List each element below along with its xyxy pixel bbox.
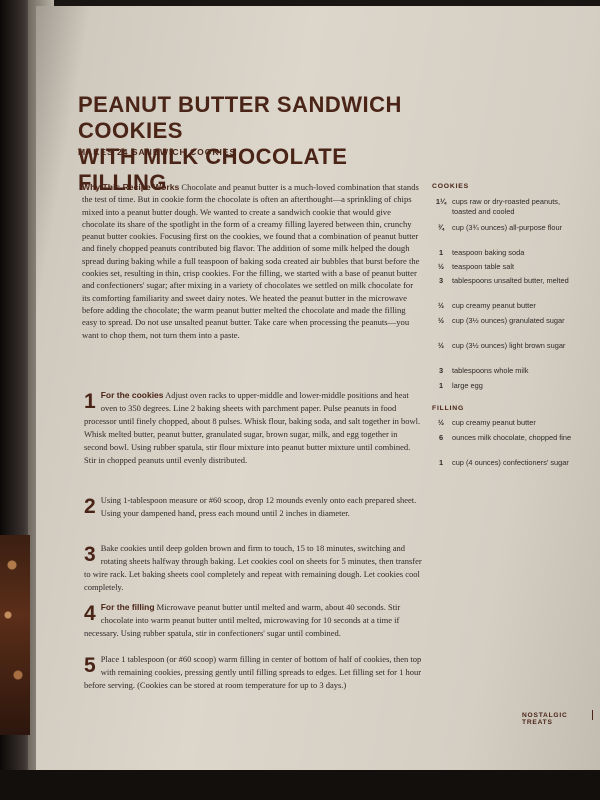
title-line-1: PEANUT BUTTER SANDWICH COOKIES bbox=[78, 92, 402, 143]
ingredient-item: 1 cup (4 ounces) confectioners' sugar bbox=[430, 458, 580, 468]
ingredient-qty: ½ bbox=[437, 301, 445, 310]
ingredient-text: tablespoons unsalted butter, melted bbox=[452, 276, 569, 285]
ingredient-text: ounces milk chocolate, chopped fine bbox=[452, 433, 572, 442]
ingredient-qty: ¾ bbox=[437, 223, 445, 232]
cookies-ingredients-heading: COOKIES bbox=[432, 183, 469, 190]
ingredient-qty: ½ bbox=[437, 341, 445, 350]
section-footer: NOSTALGIC TREATS bbox=[522, 712, 568, 726]
step-text: Place 1 tablespoon (or #60 scoop) warm f… bbox=[84, 654, 422, 691]
ingredient-text: cup creamy peanut butter bbox=[452, 418, 536, 427]
footer-divider bbox=[592, 710, 593, 720]
ingredient-item: ½ teaspoon table salt bbox=[430, 262, 580, 272]
ingredient-qty: 1 bbox=[438, 381, 444, 390]
step-number: 5 bbox=[84, 654, 96, 677]
ingredient-text: teaspoon baking soda bbox=[452, 248, 525, 257]
filling-ingredients-heading: FILLING bbox=[432, 405, 465, 412]
ingredient-item: ½ cup (3½ ounces) granulated sugar bbox=[430, 316, 580, 326]
step-1: 1 For the cookies Adjust oven racks to up… bbox=[84, 389, 422, 468]
intro-lead: Why This Recipe Works bbox=[82, 182, 180, 192]
ingredient-qty: ½ bbox=[437, 316, 445, 325]
ingredient-text: teaspoon table salt bbox=[452, 262, 515, 271]
ingredient-qty: 3 bbox=[438, 366, 444, 375]
ingredient-text: cup (3½ ounces) granulated sugar bbox=[452, 316, 565, 325]
ingredient-item: 1 teaspoon baking soda bbox=[430, 248, 580, 258]
step-text: Adjust oven racks to upper-middle and lo… bbox=[84, 390, 421, 466]
ingredient-item: 3 tablespoons whole milk bbox=[430, 366, 580, 376]
ingredient-qty: 1¼ bbox=[435, 197, 447, 206]
ingredient-text: cup (3¾ ounces) all-purpose flour bbox=[452, 223, 563, 232]
photo-scene: PEANUT BUTTER SANDWICH COOKIES WITH MILK… bbox=[0, 0, 600, 800]
step-5: 5 Place 1 tablespoon (or #60 scoop) warm … bbox=[84, 653, 422, 692]
step-lead: For the filling bbox=[100, 602, 155, 612]
ingredient-text: tablespoons whole milk bbox=[452, 366, 529, 375]
ingredient-text: cup (4 ounces) confectioners' sugar bbox=[452, 458, 569, 467]
step-4: 4 For the filling Microwave peanut butter… bbox=[84, 601, 422, 640]
ingredient-text: cups raw or dry-roasted peanuts, toasted… bbox=[452, 197, 561, 216]
ingredient-item: 6 ounces milk chocolate, chopped fine bbox=[430, 433, 580, 443]
ingredient-item: 1¼ cups raw or dry-roasted peanuts, toast… bbox=[430, 197, 580, 217]
step-text: Bake cookies until deep golden brown and… bbox=[84, 543, 422, 593]
step-number: 3 bbox=[84, 543, 96, 566]
intro-text: Chocolate and peanut butter is a much-lo… bbox=[82, 182, 420, 340]
ingredient-qty: 3 bbox=[438, 276, 444, 285]
step-2: 2 Using 1-tablespoon measure or #60 scoop… bbox=[84, 494, 422, 520]
ingredient-item: ¾ cup (3¾ ounces) all-purpose flour bbox=[430, 223, 580, 233]
ingredient-text: large egg bbox=[452, 381, 483, 390]
ingredient-item: ½ cup creamy peanut butter bbox=[430, 301, 580, 311]
ingredient-item: ½ cup (3½ ounces) light brown sugar bbox=[430, 341, 580, 351]
step-lead: For the cookies bbox=[100, 390, 164, 400]
ingredient-text: cup creamy peanut butter bbox=[452, 301, 536, 310]
ingredient-text: cup (3½ ounces) light brown sugar bbox=[452, 341, 566, 350]
step-3: 3 Bake cookies until deep golden brown an… bbox=[84, 542, 422, 594]
step-number: 2 bbox=[84, 495, 96, 518]
ingredient-qty: ½ bbox=[437, 262, 445, 271]
why-this-recipe-works: Why This Recipe Works Chocolate and pean… bbox=[82, 181, 420, 341]
ingredient-qty: 1 bbox=[438, 458, 444, 467]
bottom-shadow bbox=[0, 770, 600, 800]
ingredient-item: ½ cup creamy peanut butter bbox=[430, 418, 580, 428]
ingredient-item: 1 large egg bbox=[430, 381, 580, 391]
facing-page-food-photo bbox=[0, 535, 30, 735]
ingredient-item: 3 tablespoons unsalted butter, melted bbox=[430, 276, 580, 286]
ingredient-qty: 1 bbox=[438, 248, 444, 257]
recipe-yield: MAKES 24 SANDWICH COOKIES bbox=[78, 147, 237, 157]
ingredient-qty: ½ bbox=[437, 418, 445, 427]
step-text: Using 1-tablespoon measure or #60 scoop,… bbox=[100, 495, 417, 519]
step-number: 1 bbox=[84, 390, 96, 413]
ingredient-qty: 6 bbox=[438, 433, 444, 442]
step-number: 4 bbox=[84, 602, 96, 625]
